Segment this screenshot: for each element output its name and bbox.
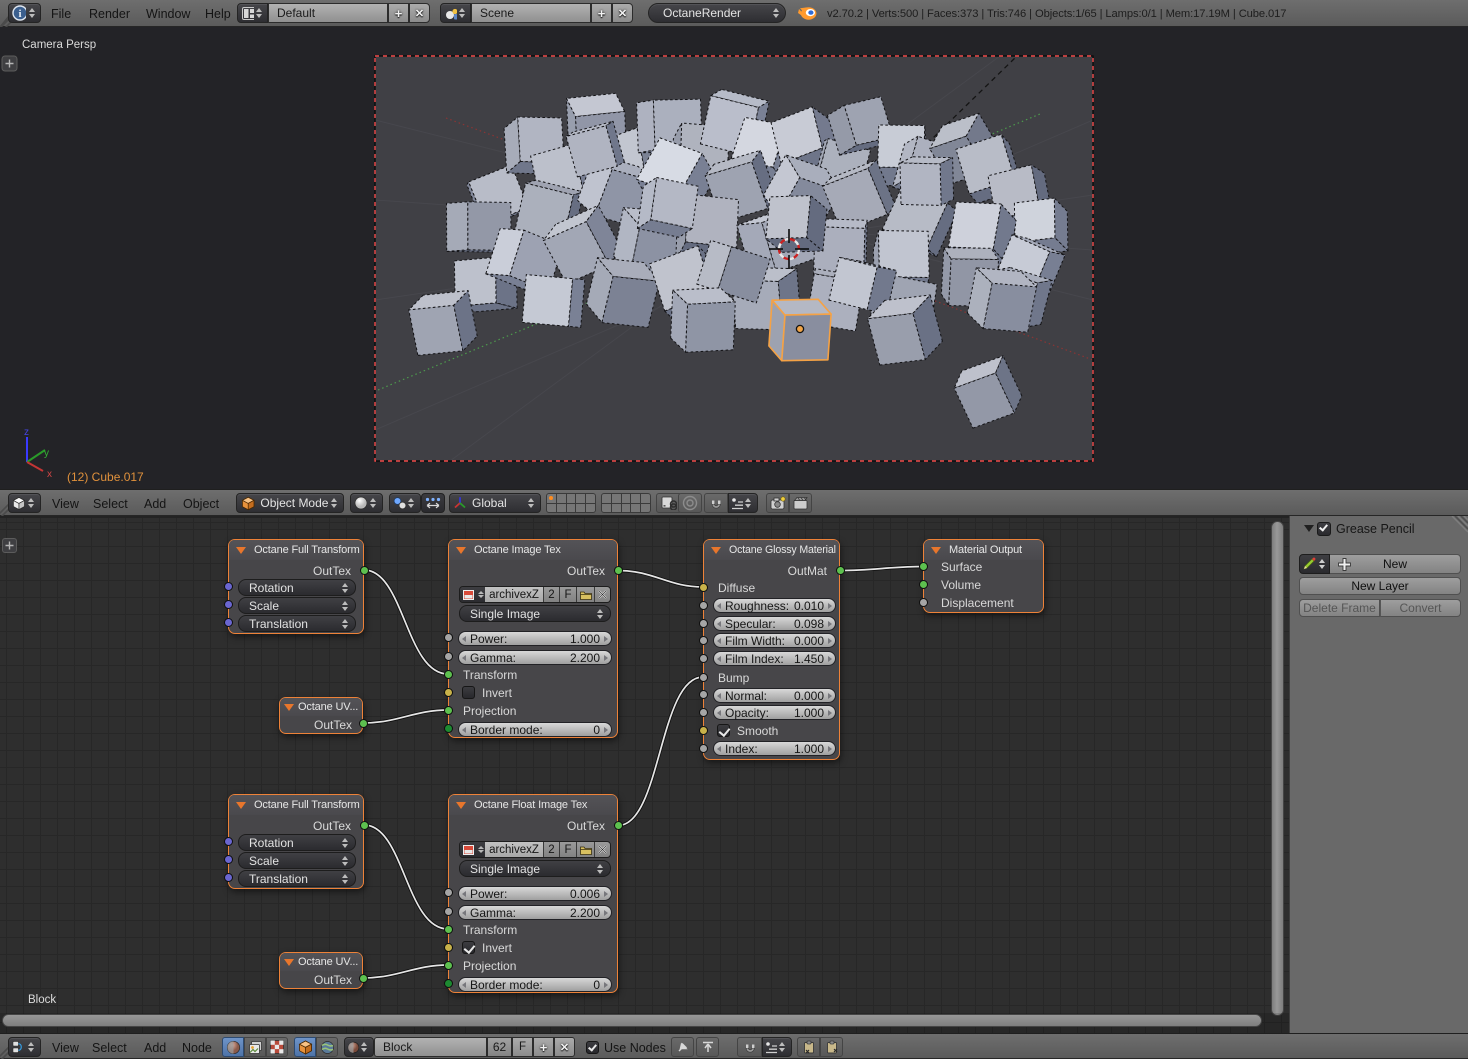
svg-text:i: i bbox=[18, 8, 21, 20]
svg-text:Camera Persp: Camera Persp bbox=[22, 39, 96, 51]
svg-text:x: x bbox=[47, 469, 52, 480]
svg-text:(12) Cube.017: (12) Cube.017 bbox=[67, 470, 144, 484]
svg-text:y: y bbox=[44, 448, 49, 459]
svg-text:z: z bbox=[24, 427, 29, 438]
